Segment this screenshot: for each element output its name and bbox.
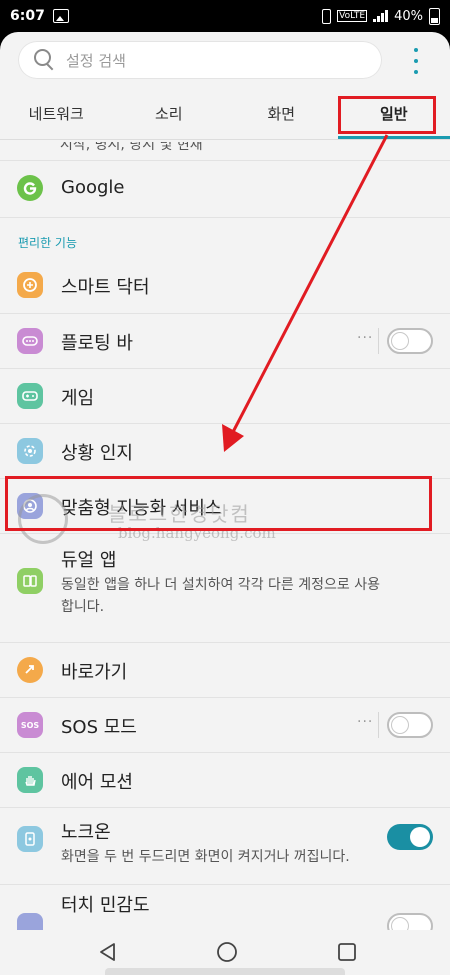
context-awareness-title: 상황 인지 bbox=[61, 443, 133, 464]
more-options-icon[interactable] bbox=[406, 48, 426, 74]
recents-icon[interactable] bbox=[331, 936, 363, 968]
status-time: 6:07 bbox=[10, 8, 45, 24]
search-icon bbox=[34, 49, 56, 71]
tab-bar: 네트워크 소리 화면 일반 bbox=[0, 102, 450, 142]
air-motion-hand-icon bbox=[17, 767, 43, 793]
vibrate-icon bbox=[322, 8, 332, 24]
sos-mode-title: SOS 모드 bbox=[61, 717, 137, 738]
separator bbox=[378, 328, 379, 354]
shortcut-icon bbox=[17, 657, 43, 683]
list-item-air-motion[interactable]: 에어 모션 bbox=[0, 753, 450, 807]
game-title: 게임 bbox=[61, 388, 95, 409]
list-item-sos-mode[interactable]: SOS SOS 모드 ··· bbox=[0, 698, 450, 752]
system-nav-bar bbox=[0, 930, 450, 975]
search-placeholder: 설정 검색 bbox=[66, 51, 126, 70]
list-item-floating-bar[interactable]: 플로팅 바 ··· bbox=[0, 314, 450, 368]
more-dots-icon: ··· bbox=[357, 330, 374, 346]
knock-on-toggle[interactable] bbox=[387, 824, 433, 850]
floating-bar-icon bbox=[17, 328, 43, 354]
divider bbox=[0, 217, 450, 218]
separator bbox=[378, 712, 379, 738]
shortcut-title: 바로가기 bbox=[61, 662, 128, 683]
tab-network[interactable]: 네트워크 bbox=[0, 102, 113, 142]
sos-icon: SOS bbox=[17, 712, 43, 738]
list-item-game[interactable]: 게임 bbox=[0, 369, 450, 423]
custom-ai-service-title: 맞춤형 지능화 서비스 bbox=[61, 498, 222, 519]
list-item-touch-sensitivity[interactable]: 터치 민감도 bbox=[0, 885, 450, 930]
back-icon[interactable] bbox=[92, 936, 124, 968]
battery-text: 40% bbox=[394, 8, 423, 24]
list-item-knock-on[interactable]: 노크온 화면을 두 번 두드리면 화면이 켜지거나 꺼집니다. bbox=[0, 808, 450, 892]
list-item-shortcut[interactable]: 바로가기 bbox=[0, 643, 450, 697]
dual-app-subtitle: 동일한 앱을 하나 더 설치하여 각각 다른 계정으로 사용합니다. bbox=[61, 577, 380, 615]
tab-display[interactable]: 화면 bbox=[225, 102, 338, 142]
battery-icon bbox=[429, 7, 440, 25]
status-bar: 6:07 VoLTE 40% bbox=[0, 0, 450, 32]
wifi-call-icon: VoLTE bbox=[337, 10, 368, 22]
google-icon bbox=[17, 175, 43, 201]
touch-sensitivity-icon bbox=[17, 913, 43, 930]
google-title: Google bbox=[61, 177, 125, 198]
dual-app-icon bbox=[17, 568, 43, 594]
smart-doctor-icon bbox=[17, 272, 43, 298]
tab-general[interactable]: 일반 bbox=[337, 102, 450, 142]
context-awareness-icon bbox=[17, 438, 43, 464]
floating-bar-title: 플로팅 바 bbox=[61, 333, 133, 354]
list-item-dual-app[interactable]: 듀얼 앱 동일한 앱을 하나 더 설치하여 각각 다른 계정으로 사용합니다. bbox=[0, 534, 450, 618]
section-label: 편리한 기능 bbox=[18, 236, 78, 250]
list-item-smart-doctor[interactable]: 스마트 닥터 bbox=[0, 258, 450, 312]
nav-handle bbox=[105, 968, 345, 975]
search-row: 설정 검색 bbox=[0, 32, 450, 94]
settings-app: 설정 검색 네트워크 소리 화면 일반 시작, 명시, 당시 및 현재 Goog… bbox=[0, 32, 450, 930]
knock-on-subtitle: 화면을 두 번 두드리면 화면이 켜지거나 꺼집니다. bbox=[61, 849, 350, 865]
knock-on-title: 노크온 bbox=[61, 822, 111, 843]
list-item-custom-ai-service[interactable]: 맞춤형 지능화 서비스 bbox=[0, 479, 450, 533]
game-icon bbox=[17, 383, 43, 409]
sos-mode-toggle[interactable] bbox=[387, 712, 433, 738]
more-dots-icon: ··· bbox=[357, 714, 374, 730]
search-input[interactable]: 설정 검색 bbox=[18, 41, 382, 79]
gallery-notification-icon bbox=[52, 9, 69, 23]
touch-sensitivity-title: 터치 민감도 bbox=[61, 895, 150, 916]
scrolled-row-text: 시작, 명시, 당시 및 현재 bbox=[60, 142, 203, 153]
dual-app-title: 듀얼 앱 bbox=[61, 550, 117, 571]
list-item-context-awareness[interactable]: 상황 인지 bbox=[0, 424, 450, 478]
home-icon[interactable] bbox=[211, 936, 243, 968]
air-motion-title: 에어 모션 bbox=[61, 772, 133, 793]
list-item-google[interactable]: Google bbox=[0, 161, 450, 217]
knock-on-icon bbox=[17, 826, 43, 852]
touch-sensitivity-toggle[interactable] bbox=[387, 913, 433, 930]
tab-divider bbox=[0, 139, 450, 140]
ai-service-icon bbox=[17, 493, 43, 519]
smart-doctor-title: 스마트 닥터 bbox=[61, 277, 150, 298]
floating-bar-toggle[interactable] bbox=[387, 328, 433, 354]
signal-icon bbox=[373, 10, 389, 22]
tab-sound[interactable]: 소리 bbox=[113, 102, 226, 142]
